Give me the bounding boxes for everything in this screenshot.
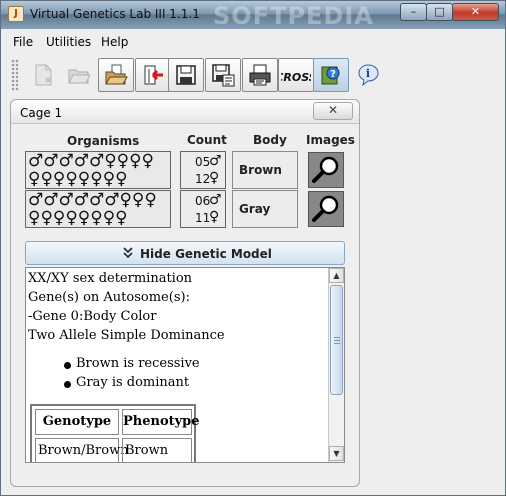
window-title: Virtual Genetics Lab III 1.1.1	[30, 7, 200, 21]
softpedia-watermark: SOFTPEDIA	[213, 2, 374, 30]
organism-row[interactable]: ♀♀♀♀♀♀♀♀	[28, 210, 128, 227]
app-window: J Virtual Genetics Lab III 1.1.1 SOFTPED…	[0, 0, 506, 496]
body-phenotype-gray: Gray	[232, 190, 298, 228]
female-symbol: ♀	[209, 170, 220, 186]
model-scrollbar[interactable]: ▲ ▼	[328, 268, 344, 462]
cage-title: Cage 1	[20, 106, 63, 120]
new-cross-icon	[35, 64, 52, 86]
count-header: Count	[187, 133, 227, 147]
new-cross-button[interactable]	[25, 58, 61, 92]
female-count: 12	[195, 172, 211, 186]
scroll-thumb[interactable]	[330, 285, 343, 395]
magnify-button-gray[interactable]	[308, 191, 344, 227]
menu-file[interactable]: File	[13, 35, 33, 49]
count-box-brown: 05 ♂ 12 ♀	[180, 151, 226, 189]
print-button[interactable]	[242, 58, 278, 92]
body-header: Body	[253, 133, 287, 147]
male-count: 06	[195, 194, 211, 208]
exit-icon	[144, 65, 163, 85]
table-cell: Brown/Brown	[35, 438, 129, 462]
save-as-button[interactable]	[205, 58, 241, 92]
title-bar[interactable]: J Virtual Genetics Lab III 1.1.1 SOFTPED…	[1, 1, 505, 30]
magnifier-icon	[312, 156, 339, 183]
open-disabled-button[interactable]	[61, 58, 97, 92]
male-symbol: ♂	[209, 153, 222, 169]
save-as-icon	[212, 64, 235, 87]
bullet-icon	[64, 381, 71, 388]
cross-icon: CROSS	[281, 71, 311, 84]
help-button[interactable]: ?	[313, 58, 349, 92]
model-bullet: Brown is recessive	[76, 356, 200, 371]
model-line: XX/XY sex determination	[28, 271, 193, 286]
menu-bar: File Utilities Help	[1, 31, 505, 53]
genetic-model-pane[interactable]: XX/XY sex determination Gene(s) on Autos…	[25, 267, 345, 463]
organism-row[interactable]: ♂♂♂♂♂♂♀♀♀	[28, 192, 157, 209]
male-count: 05	[195, 155, 211, 169]
info-button[interactable]: i	[350, 58, 386, 92]
count-box-gray: 06 ♂ 11 ♀	[180, 190, 226, 228]
save-button[interactable]	[168, 58, 204, 92]
body-label: Gray	[239, 202, 271, 216]
chevron-double-up-icon	[122, 245, 134, 262]
open-folder-icon	[68, 69, 91, 84]
genotype-table: Genotype Phenotype Brown/Brown Brown	[30, 404, 200, 462]
toolbar-grip[interactable]	[11, 59, 19, 91]
bullet-icon	[64, 362, 71, 369]
model-line: Gene(s) on Autosome(s):	[28, 290, 190, 305]
organism-group-brown[interactable]: ♂♂♂♂♂♀♀♀♀ ♀♀♀♀♀♀♀♀	[25, 151, 171, 189]
scroll-up-button[interactable]: ▲	[329, 268, 344, 283]
menu-help[interactable]: Help	[101, 35, 128, 49]
magnify-button-brown[interactable]	[308, 152, 344, 188]
scroll-down-button[interactable]: ▼	[329, 446, 344, 461]
genotype-header: Genotype	[35, 409, 119, 435]
hide-genetic-model-label: Hide Genetic Model	[140, 247, 272, 261]
cage-title-bar[interactable]: Cage 1 ✕	[11, 100, 359, 124]
maximize-button[interactable]: □	[426, 3, 453, 21]
cage-window: Cage 1 ✕ Organisms Count Body Images ♂♂♂…	[10, 99, 360, 487]
cage-close-button[interactable]: ✕	[313, 102, 353, 120]
open-folder-icon	[105, 64, 128, 85]
java-app-icon: J	[8, 6, 24, 22]
exit-button[interactable]	[135, 58, 171, 92]
organism-row[interactable]: ♀♀♀♀♀♀♀♀	[28, 171, 128, 188]
model-bullet: Gray is dominant	[76, 375, 190, 390]
body-label: Brown	[239, 163, 282, 177]
model-line: Two Allele Simple Dominance	[28, 328, 225, 343]
female-count: 11	[195, 211, 211, 225]
cross-icon-label: CROSS	[281, 71, 311, 84]
info-icon: i	[358, 64, 379, 87]
help-icon: ?	[321, 66, 340, 85]
body-phenotype-brown: Brown	[232, 151, 298, 189]
magnifier-icon	[312, 195, 339, 222]
open-file-button[interactable]	[98, 58, 134, 92]
toolbar: CROSS ? i	[1, 55, 505, 95]
organisms-header: Organisms	[67, 134, 140, 148]
male-symbol: ♂	[209, 192, 222, 208]
model-line: -Gene 0:Body Color	[28, 309, 157, 324]
phenotype-header: Phenotype	[122, 409, 200, 435]
cross-button[interactable]: CROSS	[278, 58, 314, 92]
print-icon	[249, 64, 271, 86]
organism-group-gray[interactable]: ♂♂♂♂♂♂♀♀♀ ♀♀♀♀♀♀♀♀	[25, 190, 171, 228]
minimize-button[interactable]: –	[400, 3, 427, 21]
svg-text:?: ?	[330, 69, 336, 80]
svg-text:i: i	[366, 67, 370, 80]
images-header: Images	[306, 133, 355, 147]
organism-row[interactable]: ♂♂♂♂♂♀♀♀♀	[28, 153, 154, 170]
menu-utilities[interactable]: Utilities	[46, 35, 91, 49]
table-cell: Brown	[122, 438, 192, 462]
female-symbol: ♀	[209, 209, 220, 225]
save-icon	[176, 65, 196, 85]
close-button[interactable]: ✕	[452, 3, 499, 21]
hide-genetic-model-button[interactable]: Hide Genetic Model	[25, 241, 345, 265]
